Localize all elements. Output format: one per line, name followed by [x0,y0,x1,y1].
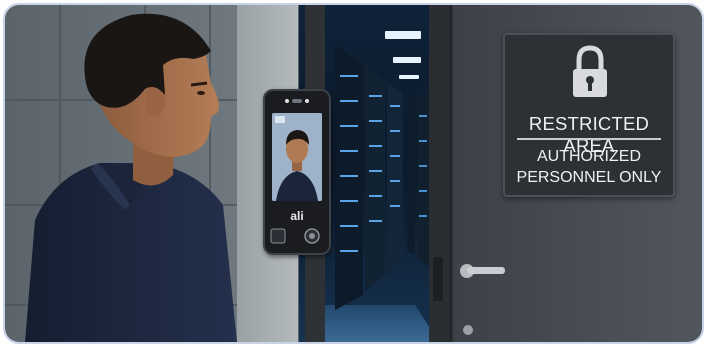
security-scene: ali RESTRICTED AREA AUTHORIZED PERSONNEL… [5,5,702,342]
face-preview-image [272,113,322,201]
image-frame: ali RESTRICTED AREA AUTHORIZED PERSONNEL… [3,3,704,344]
face-recognition-terminal: ali [263,89,331,255]
card-reader-icon [270,228,286,244]
sign-line-2: AUTHORIZED [537,148,641,165]
sign-line-3: PERSONNEL ONLY [516,169,662,186]
terminal-controls [270,228,320,244]
sign-divider [517,138,661,140]
terminal-brand-logo: ali [290,209,304,223]
terminal-sensors [285,99,309,103]
terminal-screen [272,113,322,201]
padlock-icon [573,45,607,97]
restricted-area-sign: RESTRICTED AREA AUTHORIZED PERSONNEL ONL… [503,33,675,197]
wifi-status-icon [275,116,285,123]
